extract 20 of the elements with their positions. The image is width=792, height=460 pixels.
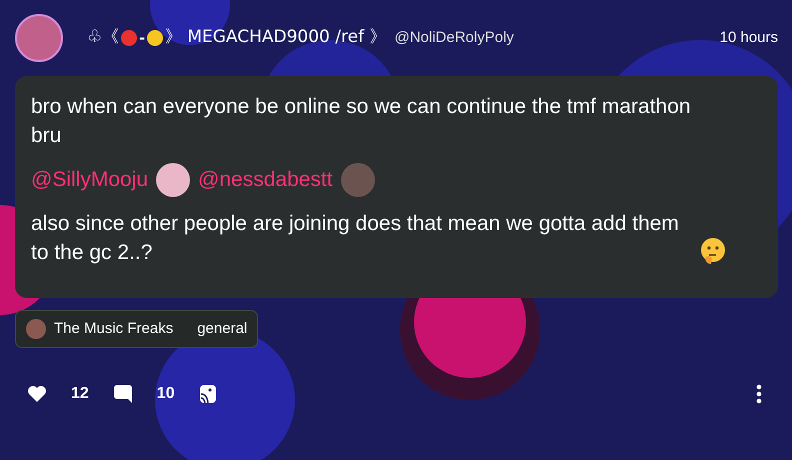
post-time: 10 hours bbox=[720, 28, 778, 48]
like-heart-icon[interactable] bbox=[27, 385, 47, 404]
community-tag[interactable]: The Music Freaks general bbox=[15, 310, 258, 348]
community-avatar bbox=[26, 318, 46, 339]
like-count: 12 bbox=[71, 384, 89, 404]
more-options-icon[interactable] bbox=[756, 384, 762, 404]
comment-count: 10 bbox=[156, 384, 175, 404]
channel-name: general bbox=[197, 318, 248, 339]
comment-icon[interactable] bbox=[112, 384, 133, 404]
user-mention[interactable]: @SillyMooju bbox=[31, 165, 148, 194]
display-name[interactable]: ♧《 - 》 MEGACHAD9000 /ref 》 bbox=[87, 25, 386, 51]
user-mention[interactable]: @nessdabestt bbox=[198, 165, 333, 194]
share-icon[interactable] bbox=[198, 384, 217, 404]
post-text: also since other people are joining does that mean we gotta add them to the gc 2..? bbox=[31, 210, 680, 266]
user-handle[interactable]: @NoliDeRolyPoly bbox=[394, 26, 514, 50]
community-name: The Music Freaks bbox=[54, 318, 174, 339]
mention-avatar bbox=[156, 162, 190, 197]
user-avatar[interactable] bbox=[15, 14, 63, 62]
post-text: bro when can everyone be online so we can continue the tmf marathon bru bbox=[31, 94, 691, 150]
mention-avatar bbox=[340, 162, 375, 197]
